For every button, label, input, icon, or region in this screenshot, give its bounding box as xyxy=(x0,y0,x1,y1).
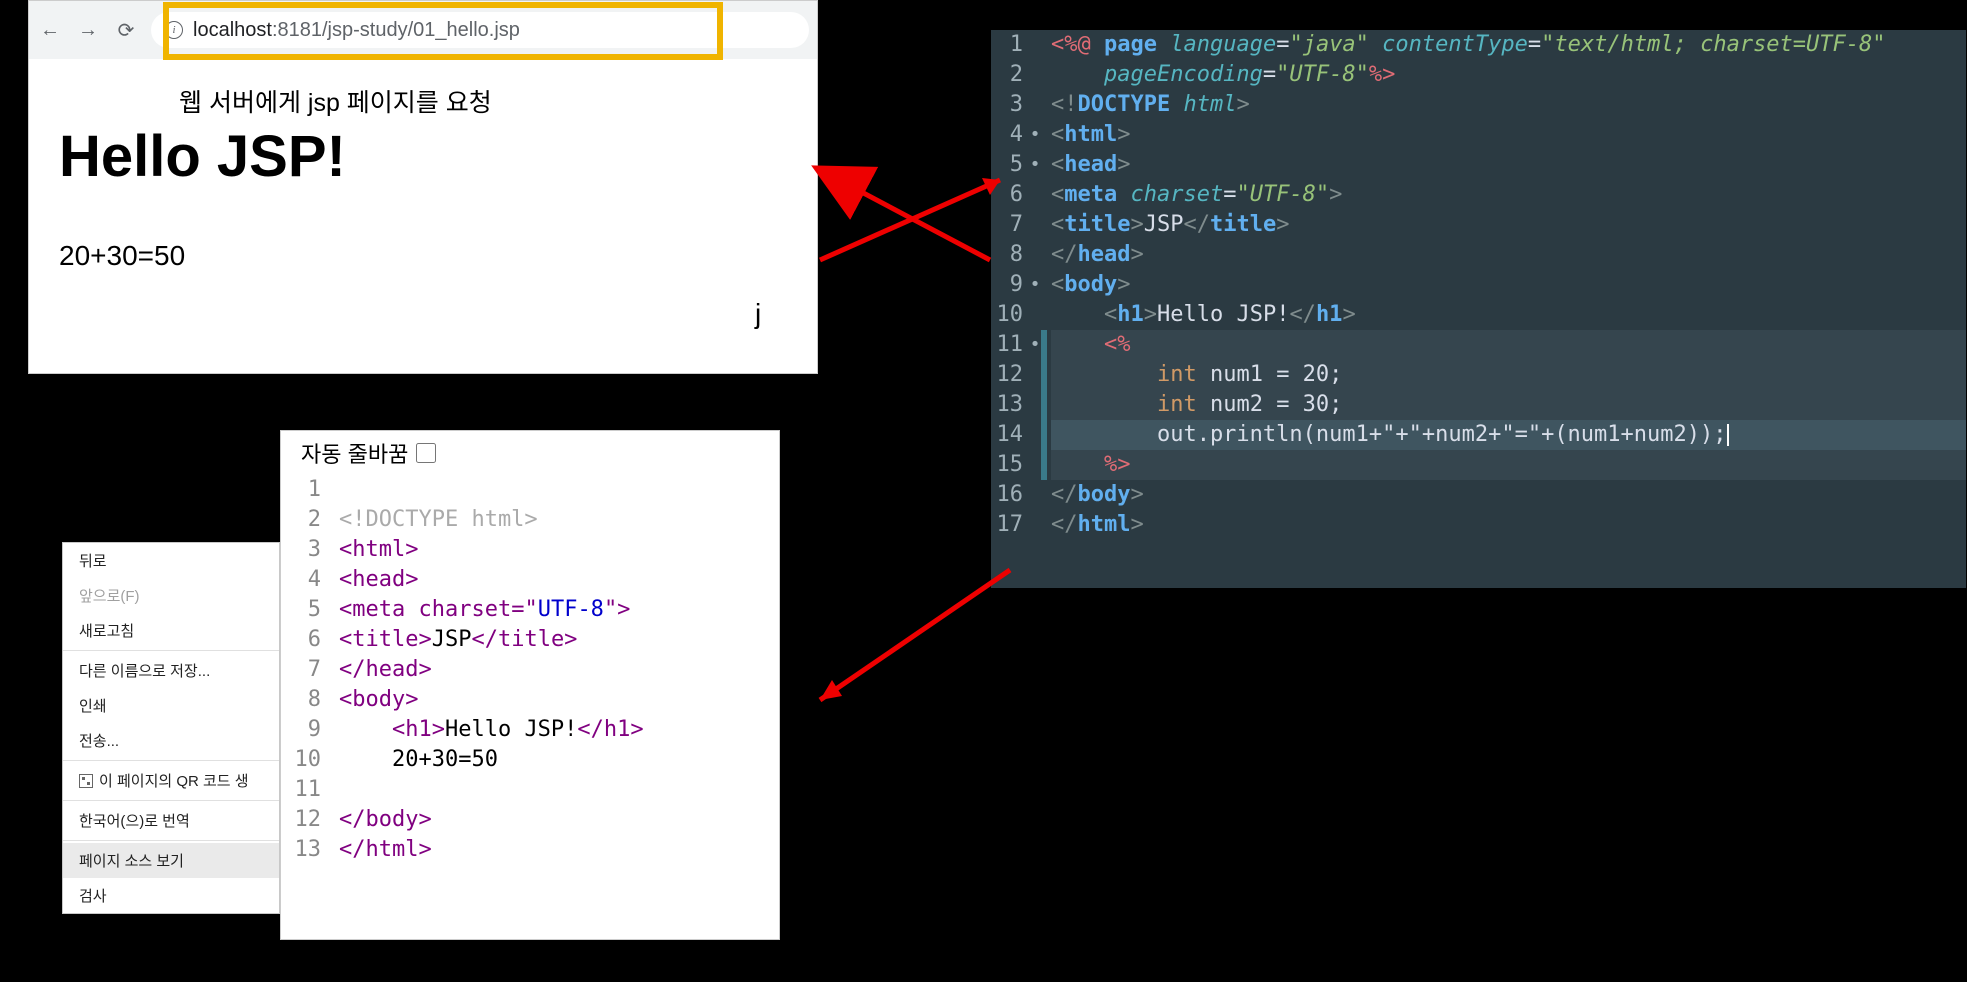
back-button[interactable]: ← xyxy=(37,17,63,43)
text-cursor xyxy=(1727,424,1729,446)
ctx-back[interactable]: 뒤로 xyxy=(63,543,279,578)
editor-gutter: 1234567891011121314151617 xyxy=(991,30,1029,540)
ctx-saveas[interactable]: 다른 이름으로 저장... xyxy=(63,653,279,688)
wrap-checkbox[interactable] xyxy=(416,443,436,463)
ctx-separator xyxy=(63,760,279,761)
page-calc-text: 20+30=50 xyxy=(59,240,787,272)
annotation-text: 웹 서버에게 jsp 페이지를 요청 xyxy=(179,83,787,119)
url-text: localhost:8181/jsp-study/01_hello.jsp xyxy=(193,19,520,42)
wrap-label: 자동 줄바꿈 xyxy=(301,437,408,469)
ctx-reload[interactable]: 새로고침 xyxy=(63,613,279,648)
editor-fold-markers: •••• xyxy=(1029,30,1041,540)
ctx-translate[interactable]: 한국어(으)로 번역 xyxy=(63,803,279,838)
source-code[interactable]: <!DOCTYPE html> <html> <head> <meta char… xyxy=(331,475,644,865)
address-bar-wrap: i localhost:8181/jsp-study/01_hello.jsp xyxy=(151,12,809,48)
ctx-inspect[interactable]: 검사 xyxy=(63,878,279,913)
reload-button[interactable]: ⟳ xyxy=(113,17,139,43)
editor-code[interactable]: <%@ page language="java" contentType="te… xyxy=(1047,30,1966,540)
address-bar[interactable]: i localhost:8181/jsp-study/01_hello.jsp xyxy=(151,12,809,48)
ctx-cast[interactable]: 전송... xyxy=(63,723,279,758)
page-heading: Hello JSP! xyxy=(59,123,787,190)
qr-icon xyxy=(79,774,93,788)
source-body: 12345678910111213 <!DOCTYPE html> <html>… xyxy=(281,475,779,865)
ctx-separator xyxy=(63,840,279,841)
browser-window: ← → ⟳ i localhost:8181/jsp-study/01_hell… xyxy=(28,0,818,374)
source-gutter: 12345678910111213 xyxy=(281,475,331,865)
site-info-icon[interactable]: i xyxy=(165,21,183,39)
browser-viewport: 웹 서버에게 jsp 페이지를 요청 Hello JSP! 20+30=50 xyxy=(29,59,817,296)
ctx-separator xyxy=(63,650,279,651)
forward-button[interactable]: → xyxy=(75,17,101,43)
source-panel: 자동 줄바꿈 12345678910111213 <!DOCTYPE html>… xyxy=(280,430,780,940)
arrow-right xyxy=(810,160,1010,285)
ctx-qrcode[interactable]: 이 페이지의 QR 코드 생 xyxy=(63,763,279,798)
context-menu: 뒤로 앞으로(F) 새로고침 다른 이름으로 저장... 인쇄 전송... 이 … xyxy=(62,542,280,914)
code-editor: 1234567891011121314151617 •••• <%@ page … xyxy=(991,30,1966,588)
browser-toolbar: ← → ⟳ i localhost:8181/jsp-study/01_hell… xyxy=(29,1,817,59)
source-toolbar: 자동 줄바꿈 xyxy=(281,431,779,475)
arrow-left xyxy=(800,560,1020,745)
cropped-letter-j: j xyxy=(755,298,761,330)
ctx-separator xyxy=(63,800,279,801)
ctx-forward[interactable]: 앞으로(F) xyxy=(63,578,279,613)
ctx-viewsource[interactable]: 페이지 소스 보기 xyxy=(63,843,279,878)
ctx-print[interactable]: 인쇄 xyxy=(63,688,279,723)
